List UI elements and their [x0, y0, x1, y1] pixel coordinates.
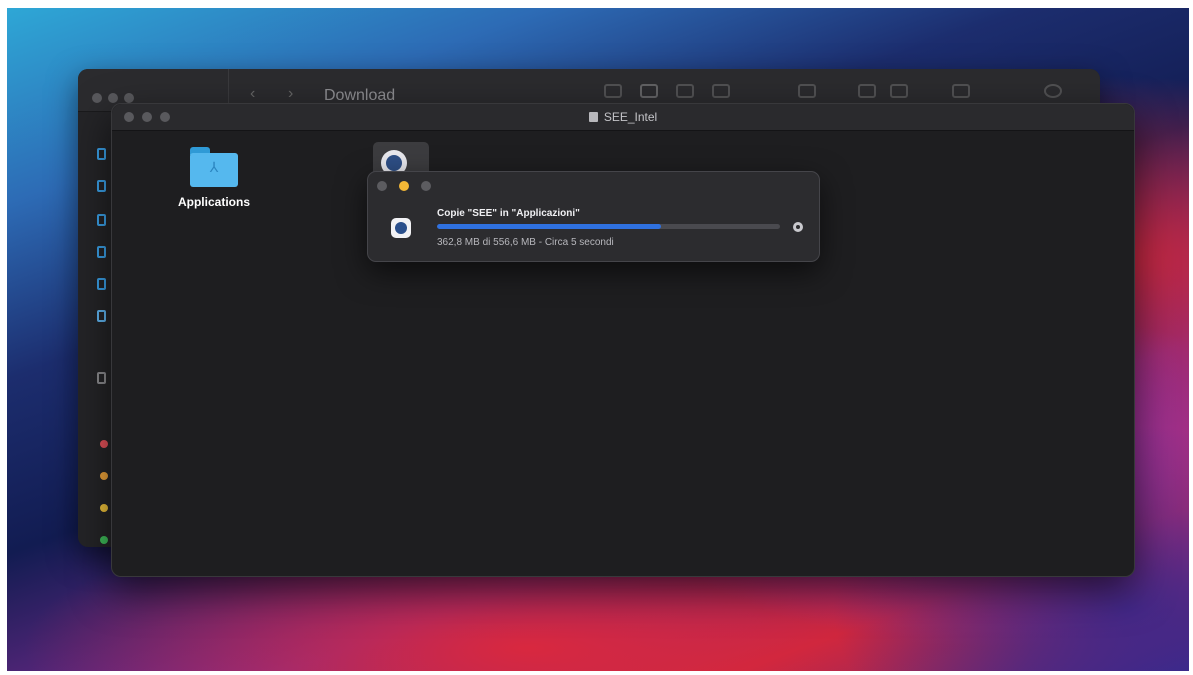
see-app-icon: [391, 218, 411, 238]
column-view-icon[interactable]: [676, 84, 694, 98]
group-icon[interactable]: [798, 84, 816, 98]
copy-status: 362,8 MB di 556,6 MB - Circa 5 secondi: [437, 237, 614, 248]
desktop-icon[interactable]: [97, 246, 106, 258]
icon-view-icon[interactable]: [604, 84, 622, 98]
airdrop-icon[interactable]: [97, 148, 106, 160]
downloads-icon[interactable]: [97, 310, 106, 322]
list-view-icon[interactable]: [640, 84, 658, 98]
window-title-group: SEE_Intel: [112, 110, 1134, 124]
zoom-button[interactable]: [124, 93, 134, 103]
tag-orange-icon[interactable]: [100, 472, 108, 480]
forward-chevron-icon[interactable]: ›: [288, 85, 293, 103]
cancel-copy-button[interactable]: [793, 222, 803, 232]
desktop-wallpaper: ‹ › Download SEE_Intel ⅄ Applications Co…: [7, 8, 1189, 671]
disk-image-icon: [588, 112, 598, 122]
search-icon[interactable]: [1044, 84, 1062, 98]
copy-progress-dialog[interactable]: Copie "SEE" in "Applicazioni" 362,8 MB d…: [367, 171, 820, 262]
applications-icon[interactable]: [97, 214, 106, 226]
copy-progress-bar: [437, 224, 780, 229]
dialog-minimize-button[interactable]: [399, 181, 409, 191]
tag-red-icon[interactable]: [100, 440, 108, 448]
copy-title: Copie "SEE" in "Applicazioni": [437, 208, 580, 219]
share-icon[interactable]: [858, 84, 876, 98]
applications-glyph-icon: ⅄: [209, 159, 219, 175]
tag-yellow-icon[interactable]: [100, 504, 108, 512]
back-chevron-icon[interactable]: ‹: [250, 85, 255, 103]
minimize-button[interactable]: [108, 93, 118, 103]
folder-icon: ⅄: [188, 147, 240, 187]
recents-icon[interactable]: [97, 180, 106, 192]
action-icon[interactable]: [952, 84, 970, 98]
documents-icon[interactable]: [97, 278, 106, 290]
folder-label: Applications: [177, 195, 250, 209]
tag-icon[interactable]: [890, 84, 908, 98]
close-button[interactable]: [92, 93, 102, 103]
applications-folder[interactable]: ⅄ Applications: [169, 147, 259, 209]
copy-progress-fill: [437, 224, 661, 229]
window-title: SEE_Intel: [603, 110, 658, 124]
disk-icon[interactable]: [97, 372, 106, 384]
tag-green-icon[interactable]: [100, 536, 108, 544]
title-bar: SEE_Intel: [112, 104, 1134, 131]
dialog-close-button[interactable]: [377, 181, 387, 191]
gallery-view-icon[interactable]: [712, 84, 730, 98]
dialog-zoom-button[interactable]: [421, 181, 431, 191]
